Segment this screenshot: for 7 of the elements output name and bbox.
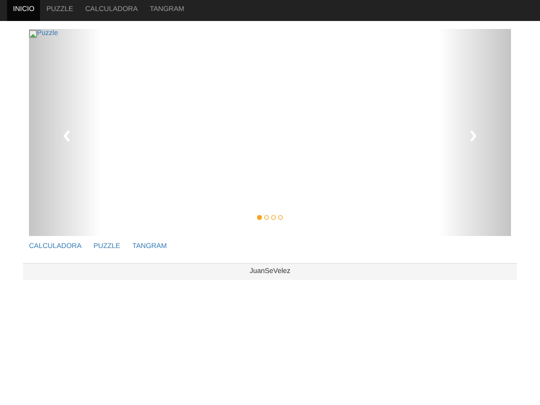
next-button[interactable] bbox=[468, 130, 478, 142]
carousel-indicator[interactable] bbox=[264, 215, 269, 220]
carousel-indicator[interactable] bbox=[271, 215, 276, 220]
previous-button[interactable] bbox=[62, 130, 72, 142]
carousel-indicator[interactable] bbox=[257, 215, 262, 220]
carousel-indicator[interactable] bbox=[278, 215, 283, 220]
broken-image-icon bbox=[29, 30, 37, 38]
